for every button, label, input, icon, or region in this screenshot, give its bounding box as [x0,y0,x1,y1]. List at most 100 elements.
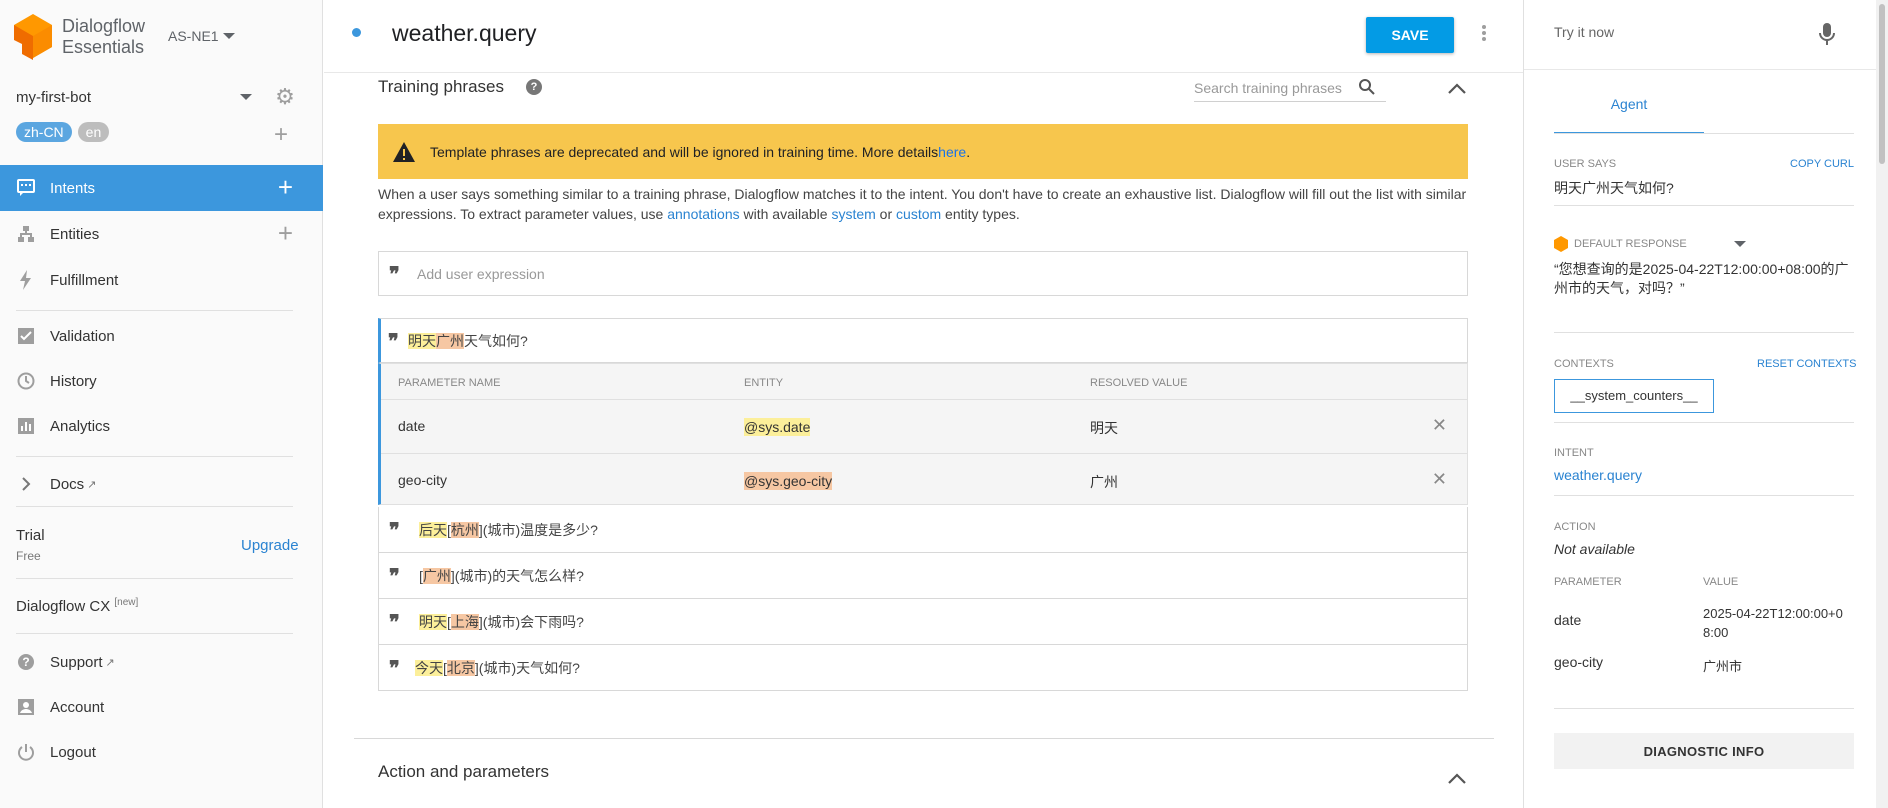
sidebar-item-validation[interactable]: Validation [0,313,323,359]
save-button[interactable]: SAVE [1366,17,1454,53]
agent-selector[interactable]: my-first-bot ⚙ [16,86,296,108]
section-divider [354,738,1494,739]
chevron-up-icon[interactable] [1448,82,1466,94]
language-chips: zh-CN en [16,122,110,142]
intent-title[interactable]: weather.query [392,20,536,47]
annotation-geo-city[interactable]: 广州 [436,332,464,349]
sidebar-item-entities[interactable]: Entities + [0,211,323,257]
desc-text: entity types. [941,206,1020,222]
reset-contexts-link[interactable]: RESET CONTEXTS [1757,358,1856,370]
tab-divider [1554,133,1854,134]
training-phrase[interactable]: ❞ 后天[杭州](城市)温度是多少? [378,507,1468,553]
annotation-geo-city[interactable]: 广州 [422,567,451,584]
try-it-input[interactable] [1554,24,1774,40]
param-entity[interactable]: @sys.date [744,418,811,436]
brand[interactable]: Dialogflow Essentials [14,14,145,60]
trial-sub: Free [16,549,41,563]
sidebar-item-intents[interactable]: Intents + [0,165,323,211]
search-training-input[interactable] [1194,76,1354,96]
intent-link[interactable]: weather.query [1554,467,1642,483]
phrase-text: 明天[上海](城市)会下雨吗? [419,612,584,632]
sidebar-item-docs[interactable]: Docs ↗ [0,461,323,507]
param-value: 广州市 [1703,659,1743,674]
lang-chip-en[interactable]: en [77,122,110,142]
action-parameters-title[interactable]: Action and parameters [378,762,549,782]
add-intent-icon[interactable]: + [278,174,293,200]
diagnostic-info-button[interactable]: DIAGNOSTIC INFO [1554,733,1854,769]
value-header: VALUE [1703,576,1739,588]
microphone-icon[interactable] [1819,22,1835,46]
phrase-plain-text: ](城市)的天气怎么样? [450,567,584,584]
training-phrase[interactable]: ❞ 今天[北京](城市)天气如何? [378,645,1468,691]
intent-header: weather.query SAVE [324,0,1523,73]
training-phrase-selected[interactable]: ❞ 明天广州天气如何? [378,318,1468,363]
contexts-label: CONTEXTS [1554,358,1614,370]
help-icon[interactable]: ? [526,79,542,95]
add-user-expression-input[interactable] [417,265,1217,282]
add-expression-row: ❞ [378,251,1468,296]
more-vert-icon[interactable] [1476,22,1492,44]
lang-chip-zh-cn[interactable]: zh-CN [16,122,72,142]
system-link[interactable]: system [831,206,875,222]
copy-curl-link[interactable]: COPY CURL [1790,158,1854,170]
svg-text:?: ? [22,655,29,669]
context-chip[interactable]: __system_counters__ [1554,379,1714,413]
phrase-plain-text: ](城市)天气如何? [474,659,580,676]
param-name[interactable]: geo-city [398,472,447,488]
custom-link[interactable]: custom [896,206,941,222]
sidebar-divider [16,578,293,579]
phrase-text: 今天[北京](城市)天气如何? [415,658,580,678]
training-phrase[interactable]: ❞ [广州](城市)的天气怎么样? [378,553,1468,599]
add-language-icon[interactable]: + [274,123,288,147]
desc-text: or [875,206,897,222]
sidebar-item-analytics[interactable]: Analytics [0,403,323,449]
chevron-down-icon[interactable] [240,94,252,100]
param-name[interactable]: date [398,418,425,434]
chevron-down-icon[interactable] [1734,241,1746,247]
annotation-date[interactable]: 今天 [415,659,443,676]
dialogflow-cx-link[interactable]: Dialogflow CX [new] [16,597,138,615]
external-link-icon: ↗ [105,656,115,669]
annotation-geo-city[interactable]: 杭州 [450,521,479,538]
param-entity[interactable]: @sys.geo-city [744,472,833,490]
sidebar-item-logout[interactable]: Logout [0,729,323,775]
close-icon[interactable]: ✕ [1432,416,1447,434]
annotation-date[interactable]: 后天 [419,521,447,538]
parameter-table: PARAMETER NAME ENTITY RESOLVED VALUE dat… [378,363,1468,505]
quote-icon: ❞ [389,517,400,542]
annotation-date[interactable]: 明天 [408,332,436,349]
sidebar-item-support[interactable]: ? Support ↗ [0,639,323,685]
annotation-geo-city[interactable]: 上海 [450,613,479,630]
annotation-geo-city[interactable]: 北京 [446,659,475,676]
close-icon[interactable]: ✕ [1432,470,1447,488]
training-phrase[interactable]: ❞ 明天[上海](城市)会下雨吗? [378,599,1468,645]
table-row: geo-city @sys.geo-city 广州 ✕ [381,453,1467,506]
panel-divider [1554,708,1854,709]
clock-icon [16,371,36,391]
add-entity-icon[interactable]: + [278,220,293,246]
scrollbar-thumb[interactable] [1879,4,1885,164]
brand-name: Dialogflow Essentials [62,16,145,58]
chat-icon [16,178,36,198]
chevron-up-icon[interactable] [1448,772,1466,784]
annotation-date[interactable]: 明天 [419,613,447,630]
upgrade-link[interactable]: Upgrade [241,537,299,554]
dialogflow-small-icon [1554,236,1568,252]
sidebar-item-history[interactable]: History [0,358,323,404]
region-selector[interactable]: AS-NE1 [168,28,235,44]
search-icon[interactable] [1358,78,1376,96]
training-phrases-title: Training phrases [378,77,504,96]
sidebar-item-fulfillment[interactable]: Fulfillment [0,257,323,303]
sidebar-item-label: Intents [50,179,96,197]
tab-agent[interactable]: Agent [1554,88,1704,134]
page-scrollbar[interactable] [1876,0,1888,808]
default-response-label: DEFAULT RESPONSE [1574,238,1687,250]
gear-icon[interactable]: ⚙ [274,86,296,108]
annotations-link[interactable]: annotations [667,206,739,222]
deprecation-banner: Template phrases are deprecated and will… [378,124,1468,179]
banner-here-link[interactable]: here [938,144,966,160]
panel-divider [1554,332,1854,333]
panel-divider [1554,495,1854,496]
sidebar-item-account[interactable]: Account [0,684,323,730]
checkbox-icon [16,326,36,346]
